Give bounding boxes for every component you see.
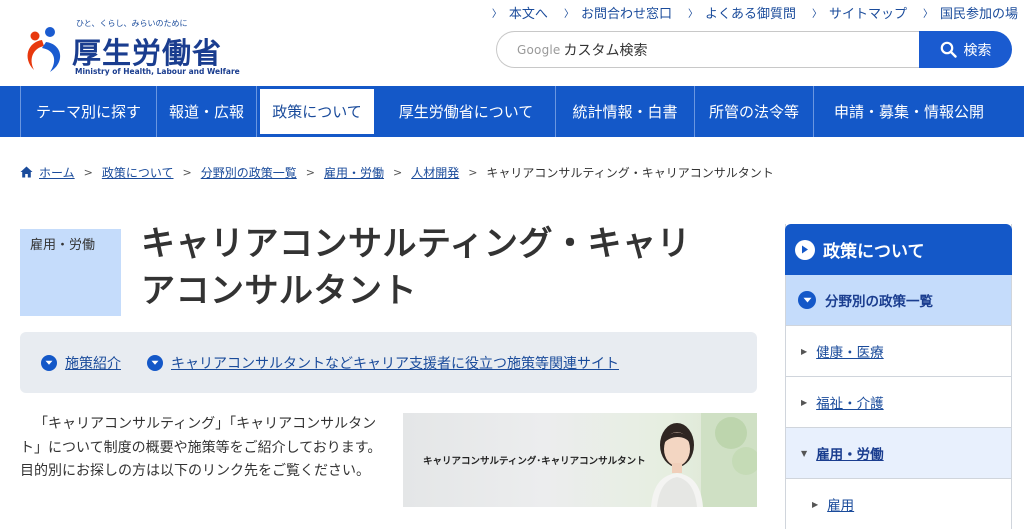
- breadcrumb-policy-list[interactable]: 分野別の政策一覧: [201, 164, 297, 181]
- search-input[interactable]: Google カスタム検索: [496, 31, 936, 68]
- triangle-right-icon: ▶: [801, 346, 808, 356]
- gnav-item-themes[interactable]: テーマ別に探す: [20, 86, 157, 137]
- search-button[interactable]: 検索: [919, 31, 1012, 68]
- anchor-link-measures[interactable]: 施策紹介: [41, 353, 121, 373]
- breadcrumb-home[interactable]: ホーム: [39, 164, 75, 181]
- triangle-right-icon: ▶: [812, 499, 819, 509]
- page-title-line2: アコンサルタント: [141, 271, 417, 311]
- sidebar-item-label: 雇用・労働: [816, 447, 884, 463]
- search-button-label: 検索: [963, 42, 992, 59]
- chevron-right-icon: 〉: [922, 8, 933, 20]
- career-consultant-banner: キャリアコンサルティング･キャリアコンサルタント: [403, 413, 757, 507]
- consultant-photo: [651, 413, 757, 507]
- category-tag: 雇用・労働: [20, 229, 121, 316]
- breadcrumb-policy[interactable]: 政策について: [102, 164, 174, 181]
- util-link-label: 本文へ: [508, 6, 548, 22]
- gnav-item-laws[interactable]: 所管の法令等: [695, 86, 814, 137]
- breadcrumb-separator: >: [305, 165, 315, 179]
- sidebar-item-health[interactable]: ▶ 健康・医療: [786, 326, 1011, 377]
- util-link-contact[interactable]: 〉お問合わせ窓口: [564, 3, 672, 22]
- chevron-right-icon: 〉: [491, 8, 502, 20]
- sidebar-item-employment[interactable]: ▼ 雇用・労働: [786, 428, 1011, 479]
- global-nav: テーマ別に探す 報道・広報 政策について 厚生労働省について 統計情報・白書 所…: [0, 86, 1024, 137]
- circle-chevron-right-icon: [795, 239, 815, 260]
- page-title: キャリアコンサルティング・キャリ アコンサルタント: [141, 221, 741, 315]
- mhlw-logo[interactable]: ひと、くらし、みらいのために 厚生労働省 Ministry of Health,…: [20, 18, 240, 78]
- banner-text: キャリアコンサルティング･キャリアコンサルタント: [423, 456, 646, 467]
- utility-nav: 〉本文へ 〉お問合わせ窓口 〉よくある御質問 〉サイトマップ 〉国民参加の場: [492, 3, 1024, 22]
- breadcrumb-current: キャリアコンサルティング・キャリアコンサルタント: [486, 165, 774, 180]
- search-icon: [940, 41, 957, 58]
- sidebar-heading[interactable]: 政策について: [785, 224, 1012, 275]
- logo-name-en: Ministry of Health, Labour and Welfare: [75, 67, 240, 76]
- breadcrumb-separator: >: [182, 165, 192, 179]
- gnav-item-policy[interactable]: 政策について: [257, 86, 377, 137]
- sidebar-item-koyo[interactable]: ▶ 雇用: [786, 479, 1011, 529]
- chevron-right-icon: 〉: [563, 8, 574, 20]
- util-link-label: 国民参加の場: [939, 6, 1018, 22]
- util-link-participation[interactable]: 〉国民参加の場: [923, 3, 1018, 22]
- gnav-item-press[interactable]: 報道・広報: [157, 86, 257, 137]
- breadcrumb-employment[interactable]: 雇用・労働: [324, 164, 384, 181]
- util-link-label: お問合わせ窓口: [580, 6, 672, 22]
- breadcrumb: ホーム > 政策について > 分野別の政策一覧 > 雇用・労働 > 人材開発 >…: [20, 163, 774, 181]
- site-header: ひと、くらし、みらいのために 厚生労働省 Ministry of Health,…: [0, 0, 1024, 86]
- sidebar-item-label: 健康・医療: [816, 345, 884, 361]
- triangle-right-icon: ▶: [801, 397, 808, 407]
- breadcrumb-separator: >: [392, 165, 403, 179]
- util-link-faq[interactable]: 〉よくある御質問: [688, 3, 796, 22]
- gnav-item-about[interactable]: 厚生労働省について: [377, 86, 556, 137]
- sidebar-heading-label: 政策について: [823, 242, 925, 262]
- site-search: Google カスタム検索 検索: [496, 31, 1012, 68]
- anchor-link-label: キャリアコンサルタントなどキャリア支援者に役立つ施策等関連サイト: [171, 355, 619, 372]
- breadcrumb-separator: >: [83, 165, 93, 179]
- util-link-main-content[interactable]: 〉本文へ: [492, 3, 548, 22]
- sidebar-item-welfare[interactable]: ▶ 福祉・介護: [786, 377, 1011, 428]
- google-label: Google: [517, 42, 561, 57]
- page-anchor-links: 施策紹介 キャリアコンサルタントなどキャリア支援者に役立つ施策等関連サイト: [20, 332, 757, 393]
- sidebar-subheading-label: 分野別の政策一覧: [825, 294, 933, 310]
- util-link-sitemap[interactable]: 〉サイトマップ: [812, 3, 907, 22]
- sidebar-nav: 政策について 分野別の政策一覧 ▶ 健康・医療 ▶ 福祉・介護 ▼ 雇用・労働 …: [785, 224, 1012, 529]
- search-placeholder: カスタム検索: [563, 42, 648, 59]
- triangle-down-icon: ▼: [801, 448, 808, 458]
- sidebar-subheading[interactable]: 分野別の政策一覧: [786, 275, 1011, 326]
- gnav-item-statistics[interactable]: 統計情報・白書: [556, 86, 695, 137]
- anchor-link-related-sites[interactable]: キャリアコンサルタントなどキャリア支援者に役立つ施策等関連サイト: [147, 353, 619, 373]
- page-title-line1: キャリアコンサルティング・キャリ: [141, 224, 691, 264]
- gnav-item-applications[interactable]: 申請・募集・情報公開: [814, 86, 1004, 137]
- chevron-right-icon: 〉: [811, 8, 822, 20]
- logo-name: 厚生労働省: [72, 36, 223, 70]
- util-link-label: サイトマップ: [828, 6, 907, 22]
- home-icon: [20, 166, 33, 178]
- util-link-label: よくある御質問: [704, 6, 796, 22]
- circle-chevron-down-icon: [147, 354, 163, 371]
- sidebar-item-label: 雇用: [827, 498, 855, 514]
- breadcrumb-separator: >: [468, 165, 478, 179]
- circle-chevron-down-icon: [41, 354, 57, 371]
- chevron-right-icon: 〉: [687, 8, 698, 20]
- logo-tagline: ひと、くらし、みらいのために: [76, 19, 188, 28]
- anchor-link-label: 施策紹介: [65, 355, 121, 372]
- intro-text: 「キャリアコンサルティング」「キャリアコンサルタント」について制度の概要や施策等…: [20, 416, 382, 479]
- breadcrumb-hr-development[interactable]: 人材開発: [411, 164, 459, 181]
- mhlw-emblem-icon: [27, 27, 61, 72]
- sidebar-item-label: 福祉・介護: [816, 396, 884, 412]
- circle-chevron-down-icon: [798, 291, 816, 309]
